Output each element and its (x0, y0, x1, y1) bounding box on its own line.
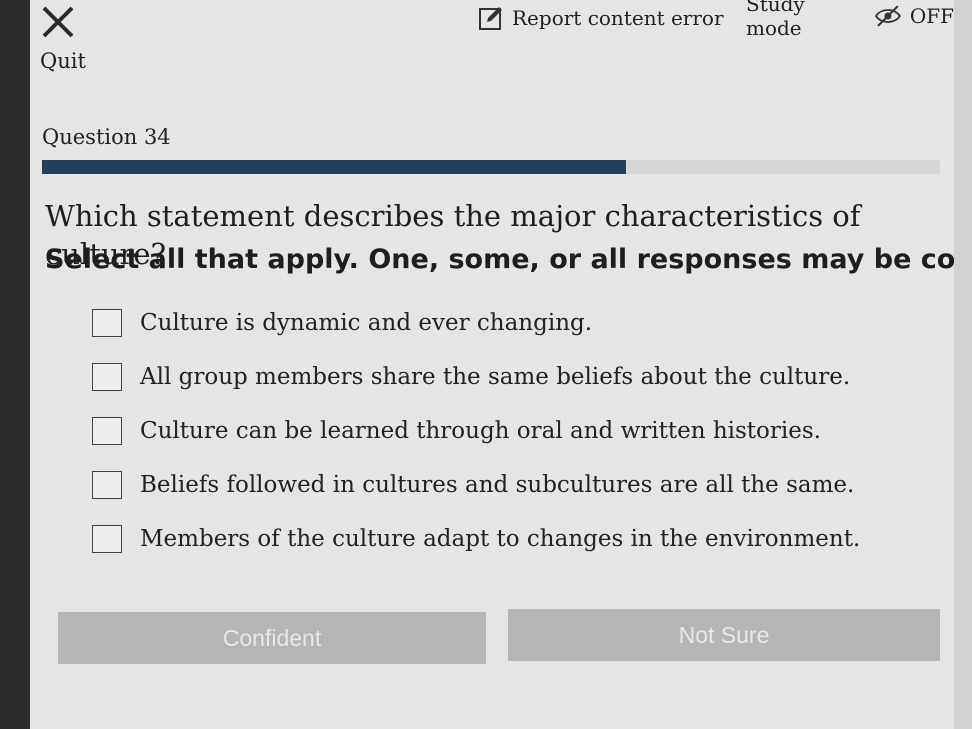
answer-option-label: Members of the culture adapt to changes … (140, 526, 861, 552)
answer-option[interactable]: Members of the culture adapt to changes … (92, 512, 932, 566)
close-icon[interactable] (38, 2, 78, 42)
quiz-screen: Quit Report content error Study mode OFF… (30, 0, 954, 729)
progress-fill (42, 160, 626, 174)
answer-option[interactable]: All group members share the same beliefs… (92, 350, 932, 404)
checkbox[interactable] (92, 363, 122, 391)
checkbox[interactable] (92, 525, 122, 553)
answer-option[interactable]: Culture is dynamic and ever changing. (92, 296, 932, 350)
study-mode-toggle[interactable]: Study mode OFF (746, 0, 954, 40)
answer-option-label: Culture is dynamic and ever changing. (140, 310, 593, 336)
report-label: Report content error (512, 6, 724, 30)
eye-slash-icon (874, 5, 901, 27)
study-mode-state: OFF (909, 4, 954, 28)
quit-label[interactable]: Quit (40, 49, 86, 73)
top-bar: Quit Report content error Study mode OFF (30, 0, 954, 110)
study-mode-label: Study mode (746, 0, 805, 40)
checkbox[interactable] (92, 417, 122, 445)
not-sure-button[interactable]: Not Sure (508, 609, 940, 661)
report-content-error-button[interactable]: Report content error (478, 4, 724, 32)
checkbox[interactable] (92, 471, 122, 499)
answer-options: Culture is dynamic and ever changing. Al… (92, 296, 932, 566)
screen-edge (954, 0, 972, 729)
answer-option[interactable]: Culture can be learned through oral and … (92, 404, 932, 458)
answer-option-label: Culture can be learned through oral and … (140, 418, 821, 444)
checkbox[interactable] (92, 309, 122, 337)
question-instruction: Select all that apply. One, some, or all… (45, 244, 954, 275)
answer-option-label: All group members share the same beliefs… (140, 364, 851, 390)
answer-option-label: Beliefs followed in cultures and subcult… (140, 472, 855, 498)
answer-option[interactable]: Beliefs followed in cultures and subcult… (92, 458, 932, 512)
confident-button[interactable]: Confident (58, 612, 486, 664)
edit-icon (479, 7, 502, 30)
question-number: Question 34 (42, 125, 171, 149)
progress-bar (42, 160, 940, 174)
